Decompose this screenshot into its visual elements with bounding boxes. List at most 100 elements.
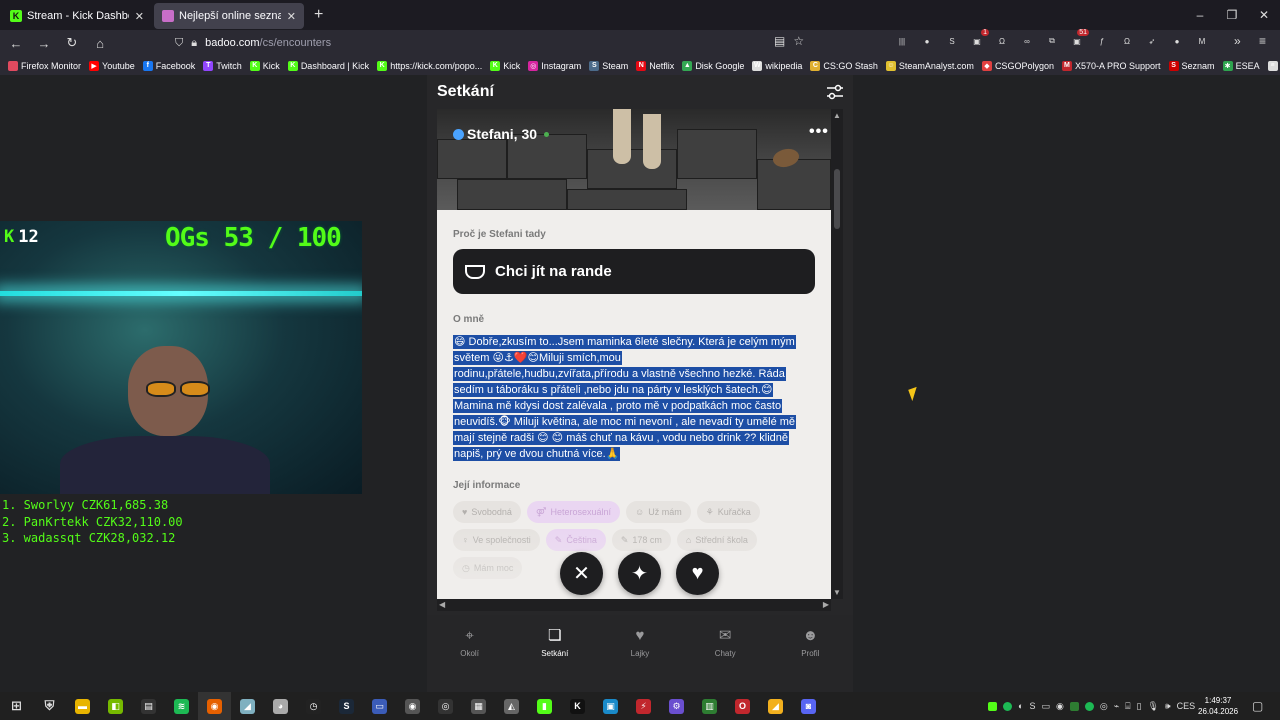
url-bar[interactable]: ⛉ 🔒︎ badoo.com/cs/encounters: [175, 32, 815, 54]
menu-icon[interactable]: ≡: [1259, 34, 1266, 48]
browser-tab[interactable]: Nejlepší online seznamka zdarm ✕: [154, 3, 304, 29]
reader-view-icon[interactable]: ▤: [774, 34, 785, 48]
dislike-button[interactable]: ✕: [560, 552, 603, 595]
superlike-button[interactable]: ✦: [618, 552, 661, 595]
tray-network-icon[interactable]: ⌸: [1125, 701, 1130, 712]
like-button[interactable]: ♥: [676, 552, 719, 595]
file-explorer-icon[interactable]: ▬: [66, 692, 99, 720]
tracking-shield-icon[interactable]: ⛉: [175, 37, 183, 50]
more-options-icon[interactable]: •••: [809, 123, 829, 141]
account-icon[interactable]: ●: [920, 34, 934, 48]
nav-item-profil[interactable]: ☻ Profil: [775, 627, 845, 658]
nvidia-icon[interactable]: ◧: [99, 692, 132, 720]
language-indicator[interactable]: CES: [1177, 701, 1196, 711]
bookmark-item[interactable]: ◆ CSGOPolygon: [981, 60, 1054, 71]
kick-k-icon[interactable]: K: [561, 692, 594, 720]
calculator-icon[interactable]: ▦: [462, 692, 495, 720]
puzzle-ext-icon[interactable]: ⧉: [1045, 34, 1059, 48]
scroll-up-icon[interactable]: ▲: [833, 111, 841, 120]
tray-steam-icon[interactable]: S: [1029, 701, 1035, 711]
tray-app-icon[interactable]: ◐: [1018, 701, 1023, 711]
bookmark-star-icon[interactable]: ☆: [793, 34, 804, 48]
app2-icon[interactable]: ◕: [264, 692, 297, 720]
steam-icon[interactable]: S: [330, 692, 363, 720]
nav-item-setkání[interactable]: ❏ Setkání: [520, 627, 590, 658]
kick-app-icon[interactable]: ▮: [528, 692, 561, 720]
minimize-button[interactable]: –: [1184, 0, 1216, 30]
notification-icon[interactable]: ▢: [1252, 699, 1263, 713]
widget-icon[interactable]: ⛨: [33, 692, 66, 720]
tray-app3-icon[interactable]: [1069, 701, 1079, 711]
badge-ext-icon[interactable]: ▣ 51: [1070, 29, 1089, 48]
bookmark-item[interactable]: ◎ Instagram: [528, 60, 581, 71]
system-clock[interactable]: 1:49:37 26.04.2026: [1198, 695, 1238, 717]
bookmark-item[interactable]: M X570-A PRO Support: [1061, 60, 1161, 71]
ext-icon[interactable]: Ω: [995, 34, 1009, 48]
browser-tab[interactable]: K Stream - Kick Dashboard ✕: [2, 3, 152, 29]
close-window-button[interactable]: ✕: [1248, 0, 1280, 30]
scroll-right-icon[interactable]: ▶: [823, 600, 829, 609]
terminal-icon[interactable]: ▤: [132, 692, 165, 720]
bookmark-item[interactable]: S Seznam: [1168, 60, 1215, 71]
back-button[interactable]: ←: [4, 36, 28, 51]
bookmark-item[interactable]: N Netflix: [636, 60, 674, 71]
card-horizontal-scrollbar[interactable]: ◀ ▶: [437, 599, 831, 611]
tray-green-icon[interactable]: [1003, 701, 1012, 711]
bookmark-item[interactable]: K Dashboard | Kick: [287, 60, 369, 71]
profile-photo[interactable]: Stefani, 30 •••: [437, 109, 831, 210]
app-icon[interactable]: ◢: [231, 692, 264, 720]
lock-icon[interactable]: 🔒︎: [191, 37, 197, 50]
library-icon[interactable]: |||: [895, 34, 909, 48]
glasses-ext-icon[interactable]: ∞: [1020, 34, 1034, 48]
scroll-down-icon[interactable]: ▼: [833, 588, 841, 597]
app7-icon[interactable]: ⚙: [660, 692, 693, 720]
script-ext-icon[interactable]: ƒ: [1095, 34, 1109, 48]
tray-battery-icon[interactable]: ▯: [1137, 701, 1142, 712]
monitor-icon[interactable]: ▭: [363, 692, 396, 720]
obs-icon[interactable]: ◉: [396, 692, 429, 720]
bookmark-item[interactable]: K Kick: [490, 60, 520, 71]
tray-monitor-icon[interactable]: ▭: [1041, 701, 1050, 712]
bookmark-item[interactable]: Khttps://kick.com/popo...: [377, 60, 482, 71]
firefox-icon[interactable]: ◉: [198, 692, 231, 720]
bookmark-item[interactable]: K Kick: [249, 60, 280, 71]
forward-button[interactable]: →: [32, 36, 56, 51]
tab-close-icon[interactable]: ✕: [135, 10, 144, 23]
app4-icon[interactable]: ◭: [495, 692, 528, 720]
nav-item-chaty[interactable]: ✉ Chaty: [690, 627, 760, 658]
maximize-button[interactable]: ❐: [1216, 0, 1248, 30]
spotify-icon[interactable]: ≋: [165, 692, 198, 720]
reload-button[interactable]: ↻: [60, 35, 84, 51]
bookmark-item[interactable]: f Facebook: [142, 60, 195, 71]
bookmark-item[interactable]: ▲ Disk Google: [682, 60, 744, 71]
opera-icon[interactable]: O: [726, 692, 759, 720]
new-tab-button[interactable]: +: [314, 6, 323, 24]
tray-app5-icon[interactable]: ⌁: [1114, 701, 1119, 712]
bookmark-item[interactable]: ▶ Youtube: [89, 60, 135, 71]
clock-app-icon[interactable]: ◷: [297, 692, 330, 720]
adblock-ext-icon[interactable]: ▣ 1: [970, 29, 989, 48]
profile-card[interactable]: Stefani, 30 ••• Proč je Stefani tady Chc…: [437, 109, 831, 599]
overflow-chevron-icon[interactable]: »: [1234, 34, 1241, 48]
m-ext-icon[interactable]: M: [1195, 34, 1209, 48]
filter-settings-icon[interactable]: [826, 83, 844, 101]
bookmark-item[interactable]: Firefox Monitor: [8, 60, 81, 71]
bookmark-item[interactable]: ✱ ESEA: [1222, 60, 1260, 71]
bookmark-item[interactable]: C CS:GO Stash: [810, 60, 878, 71]
bookmark-item[interactable]: ☺ SteamAnalyst.com: [885, 60, 974, 71]
app5-icon[interactable]: ▣: [594, 692, 627, 720]
start-icon[interactable]: ⊞: [0, 692, 33, 720]
nav-item-okolí[interactable]: ⌖ Okolí: [435, 627, 505, 658]
nav-item-lajky[interactable]: ♥ Lajky: [605, 627, 675, 658]
app8-icon[interactable]: ▥: [693, 692, 726, 720]
scrollbar-thumb[interactable]: [834, 169, 840, 229]
tray-kick-icon[interactable]: [988, 701, 997, 711]
tray-mic-icon[interactable]: 🎙︎: [1147, 701, 1158, 712]
app6-icon[interactable]: ⚡: [627, 692, 660, 720]
bookmark-item[interactable]: S Steam: [589, 60, 628, 71]
flag-ext-icon[interactable]: ➶: [1145, 34, 1159, 48]
bookmarks-overflow-icon[interactable]: ›: [1268, 58, 1272, 70]
app3-icon[interactable]: ◎: [429, 692, 462, 720]
tray-app2-icon[interactable]: ◉: [1056, 701, 1064, 712]
app9-icon[interactable]: ◢: [759, 692, 792, 720]
